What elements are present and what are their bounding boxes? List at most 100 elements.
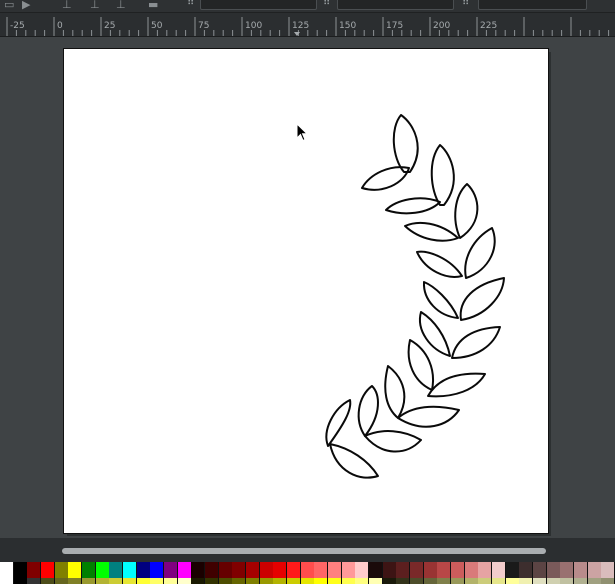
color-swatch[interactable]: [205, 562, 220, 578]
color-swatch[interactable]: [382, 578, 397, 584]
color-swatch[interactable]: [82, 578, 97, 584]
color-swatch[interactable]: [68, 562, 83, 578]
distribute-icon[interactable]: ▬: [148, 0, 158, 10]
color-swatch[interactable]: [396, 578, 411, 584]
color-swatch[interactable]: [464, 562, 479, 578]
color-swatch[interactable]: [396, 562, 411, 578]
color-swatch[interactable]: [177, 578, 192, 584]
color-swatch[interactable]: [355, 578, 370, 584]
color-swatch[interactable]: [191, 562, 206, 578]
w-field[interactable]: [478, 0, 587, 10]
color-swatch[interactable]: [218, 562, 233, 578]
color-swatch[interactable]: [423, 562, 438, 578]
color-swatch[interactable]: [109, 562, 124, 578]
color-swatch[interactable]: [492, 578, 507, 584]
color-swatch[interactable]: [574, 562, 589, 578]
color-swatch[interactable]: [519, 578, 534, 584]
color-swatch[interactable]: [273, 578, 288, 584]
align-icon[interactable]: ⊥: [90, 0, 100, 10]
color-swatch[interactable]: [451, 562, 466, 578]
color-swatch[interactable]: [492, 562, 507, 578]
color-swatch[interactable]: [27, 578, 42, 584]
align-icon[interactable]: ⊥: [116, 0, 126, 10]
color-swatch[interactable]: [369, 578, 384, 584]
color-swatch[interactable]: [191, 578, 206, 584]
color-swatch[interactable]: [314, 578, 329, 584]
color-swatch[interactable]: [587, 578, 602, 584]
y-field[interactable]: [337, 0, 454, 10]
color-swatch[interactable]: [369, 562, 384, 578]
color-swatch[interactable]: [560, 578, 575, 584]
color-swatch[interactable]: [437, 578, 452, 584]
canvas[interactable]: [0, 37, 615, 538]
color-swatch[interactable]: [587, 562, 602, 578]
color-swatch[interactable]: [314, 562, 329, 578]
color-swatch[interactable]: [150, 578, 165, 584]
horizontal-scrollbar[interactable]: [0, 538, 615, 562]
color-swatch[interactable]: [232, 578, 247, 584]
color-swatch[interactable]: [574, 578, 589, 584]
color-swatch[interactable]: [287, 578, 302, 584]
color-swatch[interactable]: [423, 578, 438, 584]
color-swatch[interactable]: [41, 562, 56, 578]
color-swatch[interactable]: [300, 562, 315, 578]
color-swatch[interactable]: [287, 562, 302, 578]
color-swatch[interactable]: [205, 578, 220, 584]
color-swatch[interactable]: [273, 562, 288, 578]
color-swatch[interactable]: [505, 578, 520, 584]
color-swatch[interactable]: [68, 578, 83, 584]
color-swatch[interactable]: [177, 562, 192, 578]
color-swatch[interactable]: [246, 578, 261, 584]
color-swatch[interactable]: [382, 562, 397, 578]
color-swatch[interactable]: [451, 578, 466, 584]
color-swatch[interactable]: [246, 562, 261, 578]
horizontal-ruler[interactable]: -25 0 25 50 75 100 125 150 175 200 225: [0, 13, 615, 37]
color-swatch[interactable]: [505, 562, 520, 578]
color-swatch[interactable]: [560, 562, 575, 578]
color-swatch[interactable]: [27, 562, 42, 578]
color-swatch[interactable]: [136, 578, 151, 584]
color-swatch[interactable]: [109, 578, 124, 584]
color-swatch[interactable]: [82, 562, 97, 578]
color-swatch[interactable]: [0, 578, 15, 584]
color-swatch[interactable]: [464, 578, 479, 584]
color-swatch[interactable]: [410, 562, 425, 578]
color-swatch[interactable]: [123, 578, 138, 584]
color-swatch[interactable]: [328, 578, 343, 584]
color-swatch[interactable]: [328, 562, 343, 578]
color-swatch[interactable]: [95, 562, 110, 578]
color-swatch[interactable]: [259, 562, 274, 578]
color-swatch[interactable]: [546, 562, 561, 578]
color-swatch[interactable]: [533, 562, 548, 578]
color-swatch[interactable]: [601, 578, 615, 584]
play-icon[interactable]: ▶: [22, 0, 30, 10]
color-swatch[interactable]: [341, 578, 356, 584]
color-swatch[interactable]: [478, 562, 493, 578]
color-swatch[interactable]: [519, 562, 534, 578]
color-swatch[interactable]: [341, 562, 356, 578]
color-swatch[interactable]: [150, 562, 165, 578]
color-swatch[interactable]: [13, 578, 28, 584]
color-swatch[interactable]: [355, 562, 370, 578]
color-swatch[interactable]: [13, 562, 28, 578]
color-swatch[interactable]: [232, 562, 247, 578]
color-swatch[interactable]: [546, 578, 561, 584]
color-swatch[interactable]: [478, 578, 493, 584]
color-swatch[interactable]: [0, 562, 15, 578]
color-swatch[interactable]: [54, 562, 69, 578]
color-swatch[interactable]: [136, 562, 151, 578]
color-swatch[interactable]: [95, 578, 110, 584]
color-swatch[interactable]: [164, 562, 179, 578]
color-swatch[interactable]: [164, 578, 179, 584]
color-swatch[interactable]: [259, 578, 274, 584]
color-swatch[interactable]: [41, 578, 56, 584]
color-swatch[interactable]: [437, 562, 452, 578]
color-swatch[interactable]: [54, 578, 69, 584]
color-swatch[interactable]: [601, 562, 615, 578]
laurel-branch-drawing[interactable]: [0, 37, 615, 538]
tool-icon[interactable]: ▭: [4, 0, 14, 10]
color-swatch[interactable]: [410, 578, 425, 584]
color-swatch[interactable]: [300, 578, 315, 584]
color-swatch[interactable]: [123, 562, 138, 578]
x-field[interactable]: [200, 0, 317, 10]
